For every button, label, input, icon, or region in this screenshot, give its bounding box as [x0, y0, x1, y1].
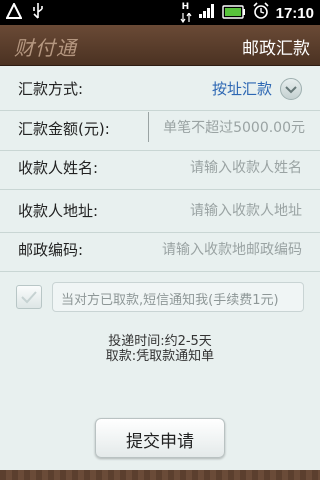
- payee-address-input[interactable]: 请输入收款人地址: [190, 200, 302, 220]
- clock-time: 17:10: [275, 4, 314, 22]
- remit-amount-placeholder: 单笔不超过5000.00元: [163, 120, 305, 136]
- submit-button[interactable]: 提交申请: [95, 418, 225, 458]
- page-title: 邮政汇款: [242, 39, 310, 59]
- remit-method-value[interactable]: 按址汇款: [212, 78, 272, 99]
- status-bar: H 17:10: [0, 0, 320, 25]
- sms-notify-text: 当对方已取款,短信通知我(手续费1元): [61, 293, 279, 308]
- signal-icon: [198, 3, 216, 23]
- payee-address-label: 收款人地址:: [18, 202, 99, 220]
- app-logo: 财付通: [14, 36, 77, 60]
- warning-icon: [5, 1, 23, 23]
- postcode-label: 邮政编码:: [18, 241, 84, 259]
- remit-amount-input[interactable]: 单笔不超过5000.00元: [148, 112, 309, 142]
- remit-method-row[interactable]: 汇款方式: 按址汇款: [0, 66, 320, 111]
- sms-notify-option[interactable]: 当对方已取款,短信通知我(手续费1元): [52, 282, 304, 312]
- withdraw-method-text: 取款:凭取款通知单: [105, 349, 215, 364]
- payee-name-label: 收款人姓名:: [18, 159, 99, 177]
- network-type-label: H: [181, 2, 190, 12]
- submit-button-label: 提交申请: [126, 432, 194, 452]
- app-header: 财付通 邮政汇款: [0, 25, 320, 66]
- bottom-decoration: [0, 470, 320, 480]
- battery-icon: [221, 4, 246, 23]
- remit-method-label: 汇款方式:: [18, 80, 84, 98]
- alarm-icon: [252, 2, 270, 24]
- payee-name-row: 收款人姓名: 请输入收款人姓名: [0, 145, 320, 190]
- chevron-down-icon[interactable]: [280, 78, 302, 100]
- postcode-input[interactable]: 请输入收款地邮政编码: [162, 239, 302, 259]
- usb-icon: [30, 2, 46, 24]
- data-arrows-icon: H: [180, 2, 192, 23]
- sms-notify-checkbox[interactable]: [16, 285, 42, 309]
- postcode-row: 邮政编码: 请输入收款地邮政编码: [0, 227, 320, 272]
- remit-amount-label: 汇款金额(元):: [18, 120, 110, 138]
- payee-name-input[interactable]: 请输入收款人姓名: [190, 157, 302, 177]
